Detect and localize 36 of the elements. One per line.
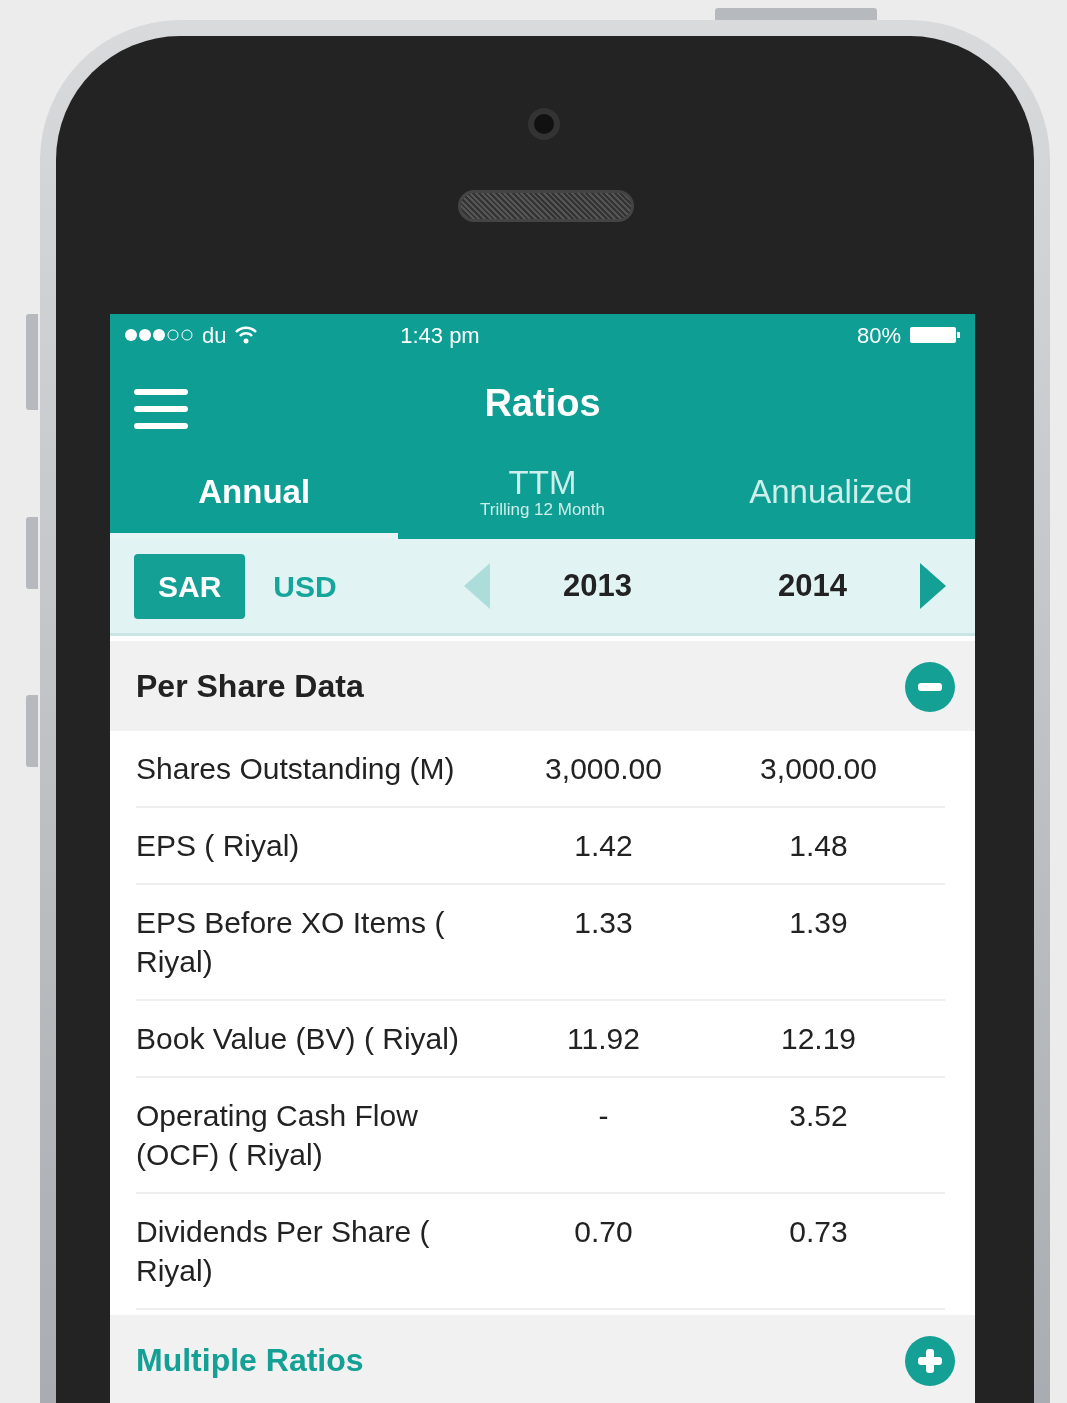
row-label: EPS ( Riyal)	[136, 828, 301, 864]
currency-toggle[interactable]: USD	[249, 553, 361, 619]
screen-title: Ratios	[484, 381, 601, 426]
row-value: 1.42	[573, 828, 634, 864]
carrier-name: du	[202, 321, 227, 350]
next-arrow-icon[interactable]	[920, 563, 946, 609]
row-value: 11.92	[566, 1021, 641, 1057]
row-value: 3.52	[788, 1098, 849, 1134]
battery-icon	[909, 325, 961, 345]
expand-icon[interactable]	[905, 1334, 955, 1386]
row-value: 0.73	[788, 1214, 849, 1250]
currency-toggle[interactable]: SAR	[134, 553, 246, 619]
year-heading: 2014	[777, 566, 848, 605]
year-heading: 2013	[562, 566, 633, 605]
row-value: 1.39	[788, 905, 849, 941]
section-header[interactable]: Multiple Ratios	[110, 1315, 975, 1403]
status-time: 1:43 pm	[400, 321, 481, 350]
tab[interactable]: Annualized	[686, 451, 975, 539]
section-header[interactable]: Per Share Data	[110, 641, 975, 731]
row-label: Book Value (BV) ( Riyal)	[136, 1021, 460, 1057]
wifi-icon	[234, 325, 259, 345]
row-label: EPS Before XO Items ( Riyal)	[136, 905, 446, 980]
row-label: Operating Cash Flow (OCF) ( Riyal)	[136, 1098, 419, 1173]
battery-percent: 80%	[856, 321, 901, 350]
row-value: 0.70	[573, 1214, 634, 1250]
collapse-icon[interactable]	[905, 660, 955, 712]
row-value: 1.33	[573, 905, 634, 941]
row-value: 3,000.00	[544, 751, 663, 787]
signal-icon	[124, 328, 194, 342]
row-value: 12.19	[779, 1021, 858, 1057]
row-label: Shares Outstanding (M)	[136, 751, 456, 787]
row-label: Dividends Per Share ( Riyal)	[136, 1214, 431, 1289]
row-value: 3,000.00	[759, 751, 878, 787]
tab[interactable]: TTM Trilling 12 Month	[398, 451, 687, 539]
row-value: 1.48	[788, 828, 849, 864]
row-value: -	[597, 1098, 610, 1134]
